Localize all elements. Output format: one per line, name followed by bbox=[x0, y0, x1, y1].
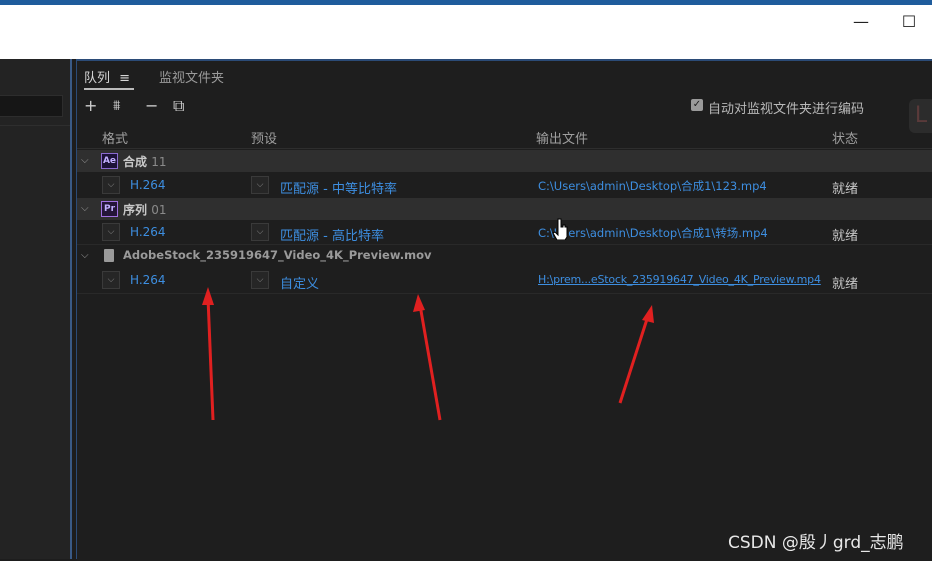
red-arrow bbox=[202, 287, 215, 421]
watermark: CSDN @殷丿grd_志鹏 bbox=[728, 533, 904, 553]
red-arrow bbox=[618, 305, 654, 404]
annotation-arrows bbox=[202, 287, 654, 421]
red-arrow bbox=[413, 294, 442, 421]
hand-cursor-icon bbox=[552, 218, 568, 240]
